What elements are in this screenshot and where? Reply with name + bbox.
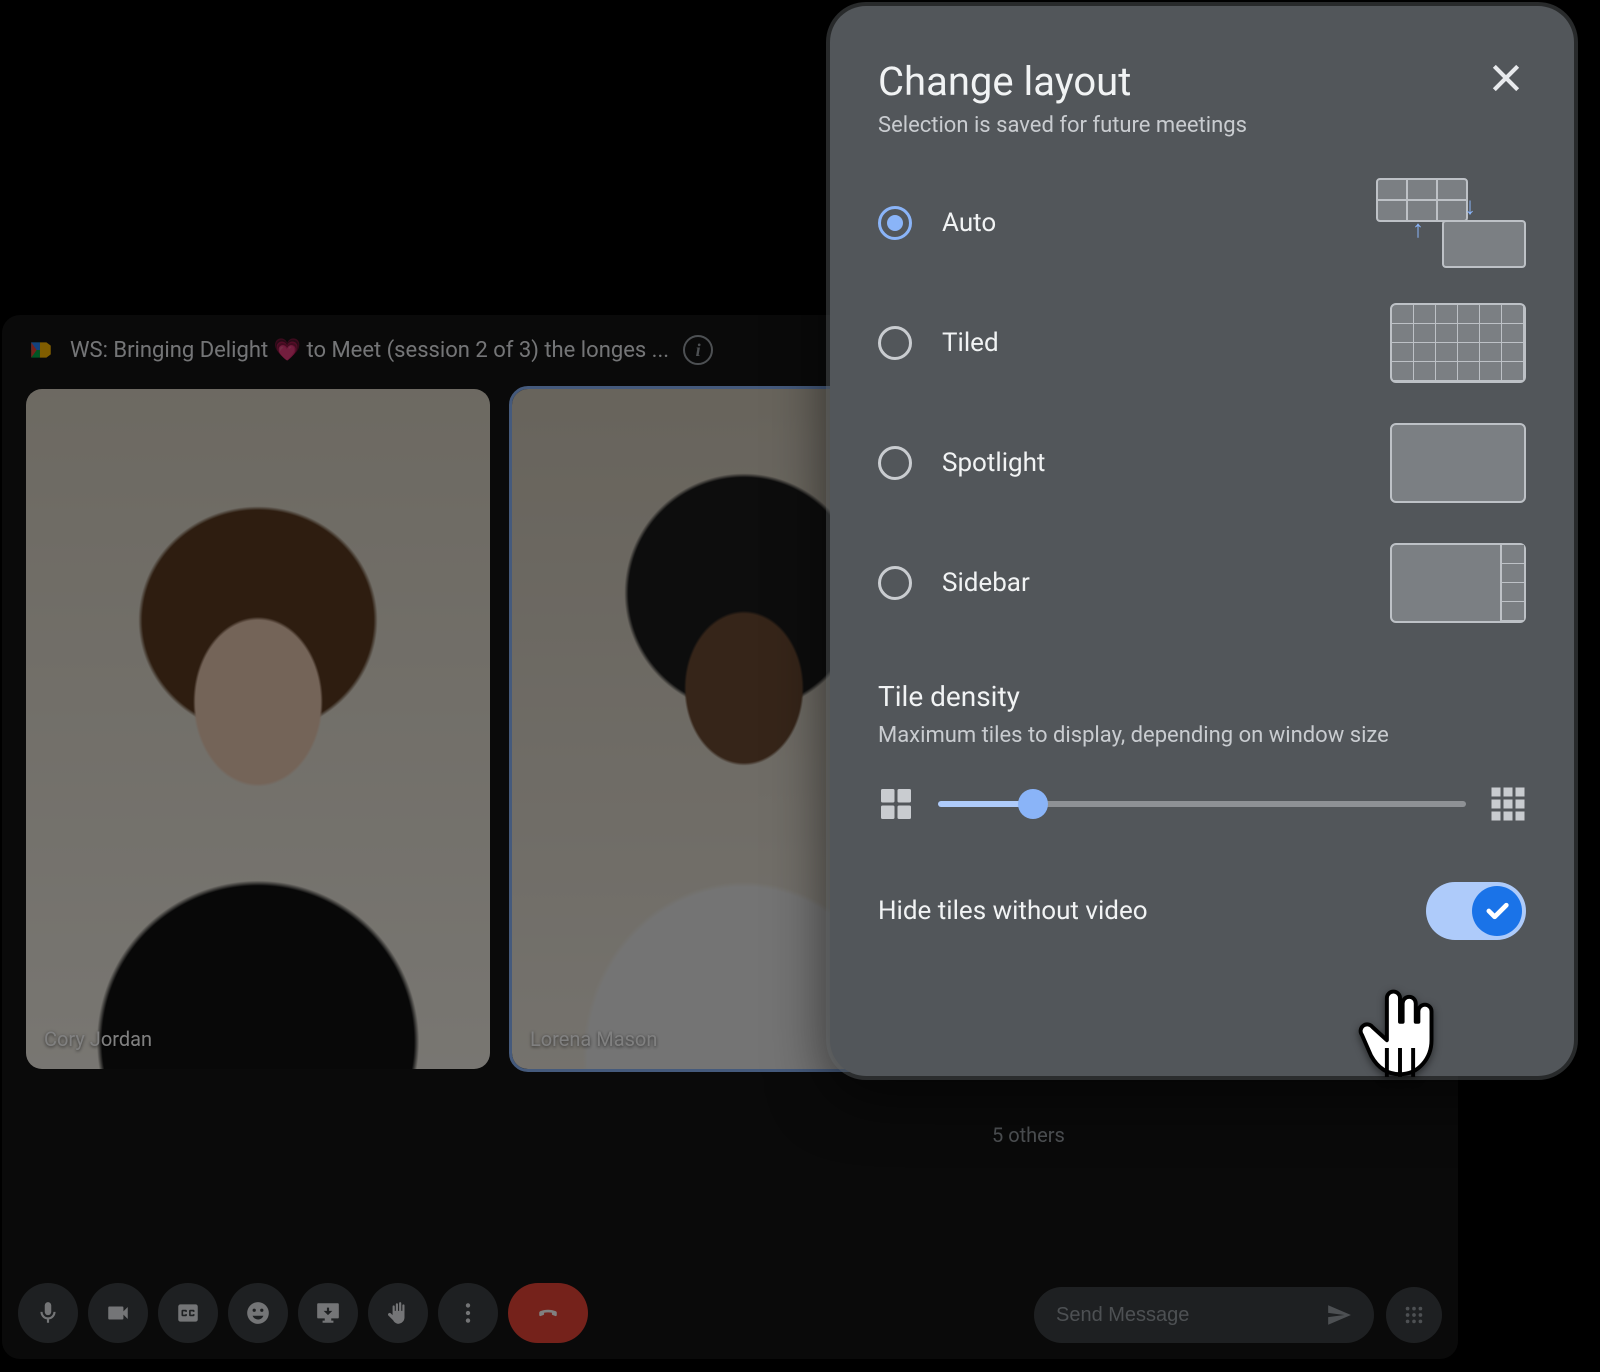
present-button[interactable]: [298, 1283, 358, 1343]
message-bar: [1034, 1287, 1442, 1343]
layout-tiled-icon: [1390, 303, 1526, 383]
panel-subtitle: Selection is saved for future meetings: [878, 113, 1247, 138]
radio-icon: [878, 326, 912, 360]
captions-button[interactable]: [158, 1283, 218, 1343]
participant-name: Lorena Mason: [530, 1027, 657, 1051]
video-tile[interactable]: Cory Jordan: [26, 389, 490, 1069]
control-bar: [18, 1283, 588, 1343]
tile-density-subtitle: Maximum tiles to display, depending on w…: [878, 723, 1526, 748]
mute-button[interactable]: [18, 1283, 78, 1343]
radio-icon: [878, 206, 912, 240]
layout-option-sidebar[interactable]: Sidebar: [878, 544, 1526, 622]
check-icon: [1472, 886, 1522, 936]
close-button[interactable]: [1486, 58, 1526, 98]
option-label: Tiled: [942, 328, 1360, 358]
camera-button[interactable]: [88, 1283, 148, 1343]
radio-icon: [878, 566, 912, 600]
layout-sidebar-icon: [1390, 543, 1526, 623]
raise-hand-button[interactable]: [368, 1283, 428, 1343]
layout-option-tiled[interactable]: Tiled: [878, 304, 1526, 382]
layout-options: Auto ↓↑ Tiled Spotlight Sidebar: [878, 184, 1526, 622]
apps-grid-icon[interactable]: [1386, 1287, 1442, 1343]
layout-option-spotlight[interactable]: Spotlight: [878, 424, 1526, 502]
meeting-title: WS: Bringing Delight 💗 to Meet (session …: [70, 338, 669, 363]
participant-name: Cory Jordan: [44, 1027, 152, 1051]
hangup-button[interactable]: [508, 1283, 588, 1343]
hide-tiles-label: Hide tiles without video: [878, 896, 1148, 926]
more-options-button[interactable]: [438, 1283, 498, 1343]
layout-option-auto[interactable]: Auto ↓↑: [878, 184, 1526, 262]
tile-density-row: [878, 786, 1526, 822]
others-count: 5 others: [992, 1123, 1065, 1147]
hide-tiles-toggle[interactable]: [1426, 882, 1526, 940]
meet-logo-icon: [26, 337, 56, 363]
emoji-button[interactable]: [228, 1283, 288, 1343]
send-icon[interactable]: [1324, 1300, 1354, 1330]
meeting-info-button[interactable]: i: [683, 335, 713, 365]
layout-auto-icon: ↓↑: [1376, 178, 1526, 268]
density-max-icon: [1490, 786, 1526, 822]
tile-density-slider[interactable]: [938, 801, 1466, 807]
message-input[interactable]: [1034, 1287, 1374, 1343]
option-label: Spotlight: [942, 448, 1360, 478]
radio-icon: [878, 446, 912, 480]
option-label: Sidebar: [942, 568, 1360, 598]
hide-tiles-row: Hide tiles without video: [878, 882, 1526, 940]
layout-spotlight-icon: [1390, 423, 1526, 503]
panel-header: Change layout Selection is saved for fut…: [878, 58, 1526, 138]
change-layout-panel: Change layout Selection is saved for fut…: [830, 6, 1574, 1076]
panel-title: Change layout: [878, 58, 1247, 105]
density-min-icon: [878, 786, 914, 822]
option-label: Auto: [942, 208, 1346, 238]
slider-thumb[interactable]: [1018, 789, 1048, 819]
tile-density-title: Tile density: [878, 680, 1526, 713]
